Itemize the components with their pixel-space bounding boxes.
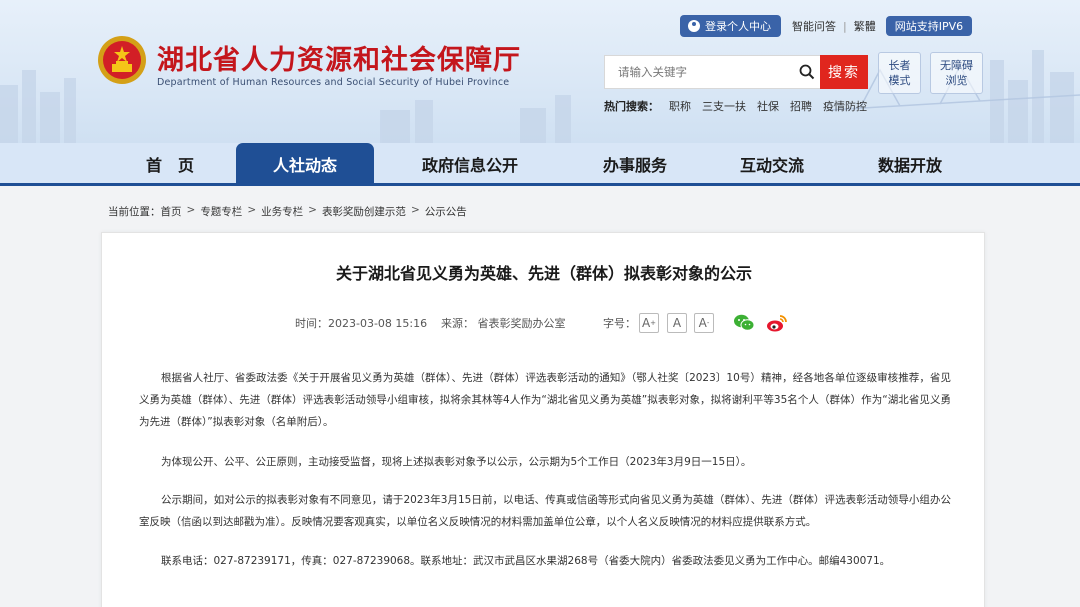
article-title: 关于湖北省见义勇为英雄、先进（群体）拟表彰对象的公示 bbox=[335, 264, 752, 283]
breadcrumb-item[interactable]: 首页 bbox=[161, 204, 182, 219]
nav-open-data[interactable]: 数据开放 bbox=[850, 143, 970, 184]
font-increase-button[interactable]: A + bbox=[639, 313, 659, 333]
article-meta: 时间：2023-03-08 15:16 来源： 省表彰奖励办公室 字号： A + … bbox=[102, 313, 986, 333]
nav-home[interactable]: 首 页 bbox=[120, 143, 220, 184]
breadcrumb-item[interactable]: 专题专栏 bbox=[200, 204, 242, 219]
search-button[interactable]: 搜索 bbox=[820, 55, 868, 89]
top-links: 登录个人中心 智能问答 | 繁體 网站支持IPV6 bbox=[680, 15, 973, 37]
nav-underline bbox=[0, 183, 1080, 186]
nav-services[interactable]: 办事服务 bbox=[575, 143, 695, 184]
article-paragraph: 根据省人社厅、省委政法委《关于开展省见义勇为英雄（群体）、先进（群体）评选表彰活… bbox=[139, 372, 951, 428]
elder-mode-label-1: 长者 bbox=[888, 59, 911, 72]
hot-search-item[interactable]: 职称 bbox=[669, 98, 691, 114]
hot-search-label: 热门搜索： bbox=[604, 100, 659, 113]
font-decrease-button[interactable]: A- bbox=[694, 313, 714, 333]
search-input[interactable] bbox=[605, 56, 799, 88]
hot-search-item[interactable]: 社保 bbox=[757, 98, 779, 114]
hot-search-item[interactable]: 三支一扶 bbox=[702, 98, 746, 114]
breadcrumb: 当前位置： 首页 > 专题专栏 > 业务专栏 > 表彰奖励创建示范 > 公示公告 bbox=[108, 204, 467, 219]
font-size-label: 字号： bbox=[603, 317, 636, 330]
site-header: 湖北省人力资源和社会保障厅 Department of Human Resour… bbox=[0, 0, 1080, 143]
elder-mode-label-2: 模式 bbox=[888, 74, 911, 87]
breadcrumb-item[interactable]: 表彰奖励创建示范 bbox=[322, 204, 406, 219]
user-icon bbox=[688, 20, 700, 32]
hot-search-item[interactable]: 招聘 bbox=[790, 98, 812, 114]
publish-time: 时间：2023-03-08 15:16 bbox=[295, 317, 428, 330]
login-button[interactable]: 登录个人中心 bbox=[680, 15, 781, 37]
breadcrumb-separator: > bbox=[410, 204, 420, 216]
article-paragraph: 公示期间，如对公示的拟表彰对象有不同意见，请于2023年3月15日前，以电话、传… bbox=[139, 494, 951, 528]
breadcrumb-separator: > bbox=[247, 204, 257, 216]
search-icon[interactable] bbox=[799, 64, 815, 80]
qa-link[interactable]: 智能问答 bbox=[792, 18, 836, 34]
ipv6-badge: 网站支持IPV6 bbox=[885, 16, 973, 36]
breadcrumb-label: 当前位置： bbox=[108, 206, 161, 218]
article-panel: 关于湖北省见义勇为英雄、先进（群体）拟表彰对象的公示 时间：2023-03-08… bbox=[101, 232, 985, 607]
login-label: 登录个人中心 bbox=[705, 20, 771, 33]
barrier-free-label-1: 无障碍 bbox=[940, 59, 973, 72]
elder-mode-button[interactable]: 长者 模式 bbox=[878, 52, 921, 94]
breadcrumb-separator: > bbox=[308, 204, 317, 216]
breadcrumb-item[interactable]: 业务专栏 bbox=[261, 204, 303, 219]
hot-searches: 热门搜索： 职称 三支一扶 社保 招聘 疫情防控 bbox=[604, 98, 878, 114]
barrier-free-button[interactable]: 无障碍 浏览 bbox=[930, 52, 983, 94]
site-title[interactable]: 湖北省人力资源和社会保障厅 bbox=[157, 38, 521, 77]
weibo-icon[interactable] bbox=[766, 313, 788, 333]
breadcrumb-item[interactable]: 公示公告 bbox=[425, 204, 467, 219]
site-subtitle: Department of Human Resources and Social… bbox=[157, 77, 510, 88]
nav-gov-info[interactable]: 政府信息公开 bbox=[400, 143, 540, 184]
article-paragraph: 联系电话：027-87239171，传真：027-87239068。联系地址：武… bbox=[161, 555, 891, 567]
breadcrumb-separator: > bbox=[186, 204, 196, 216]
traditional-chinese-link[interactable]: 繁體 bbox=[854, 18, 876, 34]
article-paragraph: 为体现公开、公平、公正原则，主动接受监督，现将上述拟表彰对象予以公示，公示期为5… bbox=[161, 456, 752, 468]
search-box: 搜索 bbox=[604, 55, 868, 89]
nav-interaction[interactable]: 互动交流 bbox=[712, 143, 832, 184]
font-default-button[interactable]: A bbox=[667, 313, 687, 333]
article-source: 来源： 省表彰奖励办公室 bbox=[441, 317, 566, 330]
national-emblem-icon bbox=[98, 36, 146, 84]
nav-hr-news[interactable]: 人社动态 bbox=[236, 143, 374, 184]
divider: | bbox=[843, 19, 847, 33]
barrier-free-label-2: 浏览 bbox=[945, 74, 968, 87]
wechat-icon[interactable] bbox=[733, 313, 755, 333]
hot-search-item[interactable]: 疫情防控 bbox=[823, 98, 867, 114]
